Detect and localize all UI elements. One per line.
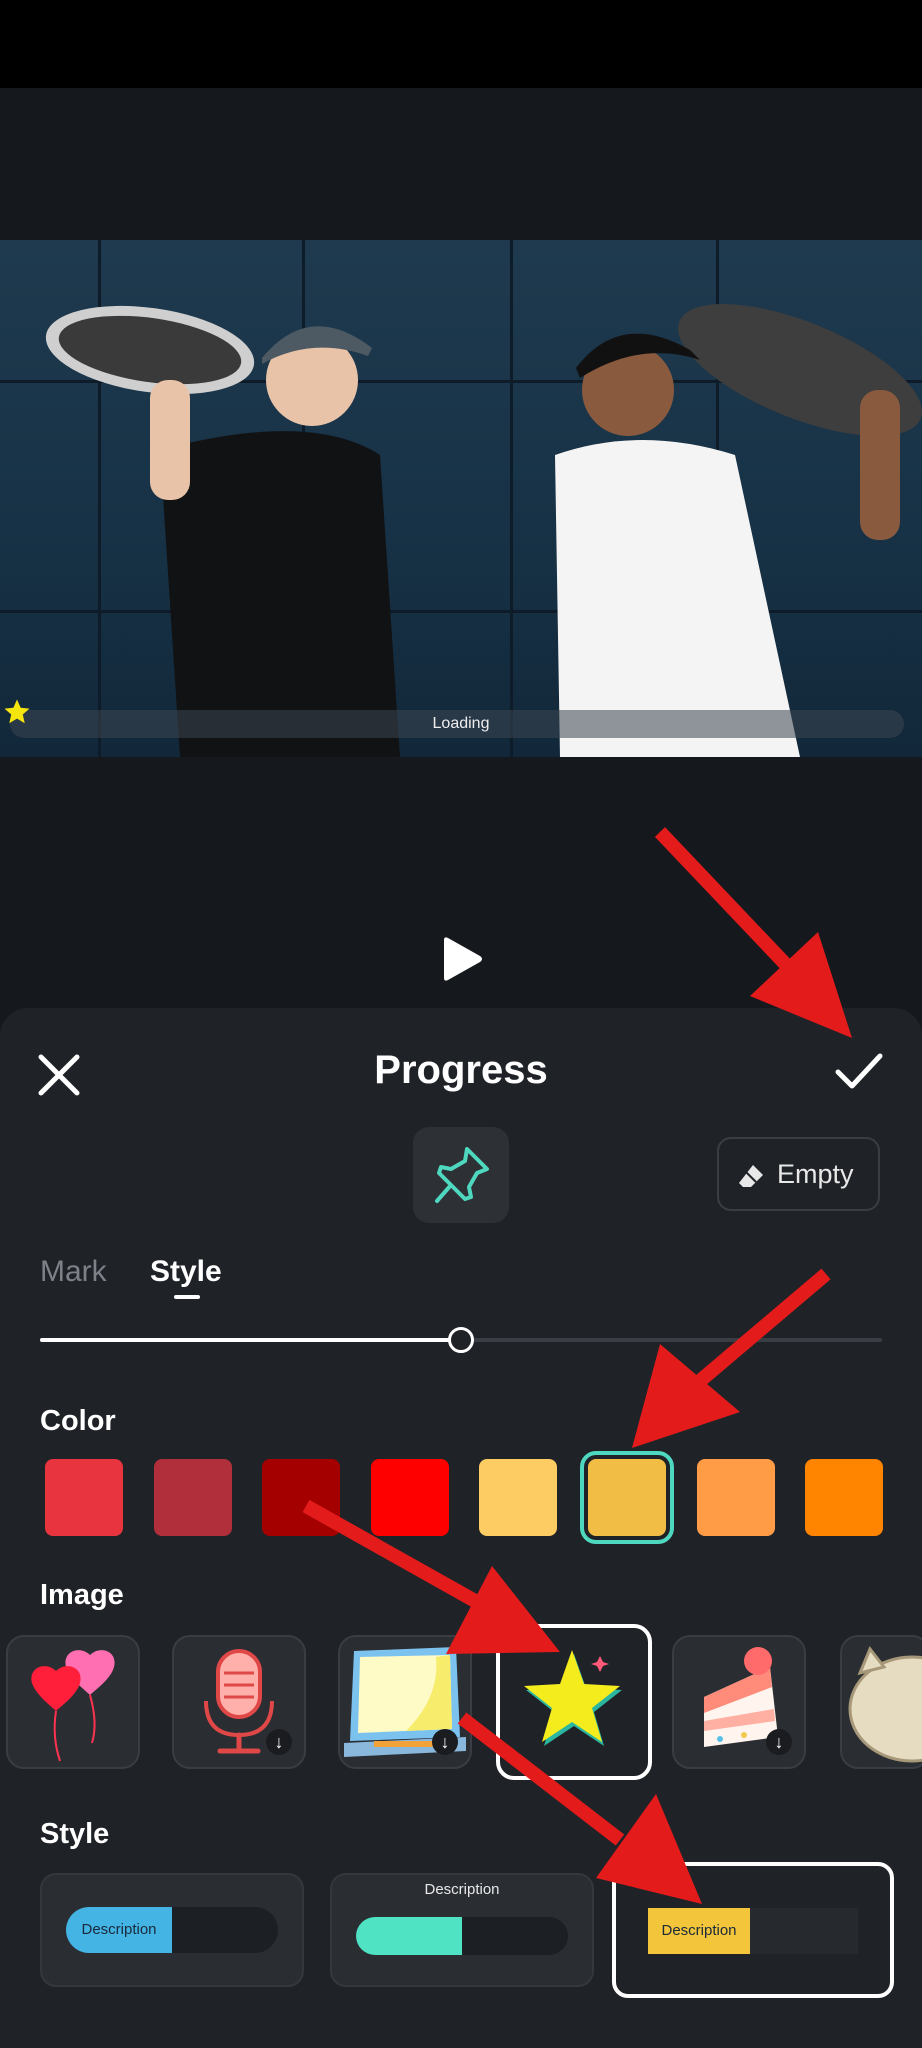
style-bar-fill: Description: [648, 1908, 750, 1954]
style-bar-label: Description: [424, 1881, 500, 1898]
color-section-label: Color: [40, 1405, 116, 1437]
color-swatch-5[interactable]: [479, 1459, 558, 1536]
status-bar: [0, 0, 922, 88]
color-swatch-6[interactable]: [580, 1451, 674, 1544]
image-card-laptop[interactable]: ↓: [338, 1635, 472, 1769]
style-card-2[interactable]: Description: [330, 1873, 594, 1987]
download-icon: ↓: [266, 1729, 292, 1755]
pin-button[interactable]: [413, 1127, 509, 1223]
heart-balloons-icon: [31, 1650, 115, 1762]
style-bar-fill: Description: [66, 1907, 172, 1953]
color-swatch-7[interactable]: [696, 1459, 775, 1536]
image-section-label: Image: [40, 1579, 124, 1611]
empty-button-label: Empty: [777, 1159, 854, 1189]
slider-fill: [40, 1338, 461, 1342]
tab-style[interactable]: Style: [150, 1255, 222, 1289]
star-icon: [524, 1650, 622, 1746]
cat-icon: [848, 1646, 922, 1763]
skaters-image: [45, 304, 922, 757]
confirm-check-icon[interactable]: [834, 1048, 884, 1094]
panel-title: Progress: [374, 1048, 548, 1092]
style-bar-fill: [356, 1917, 462, 1955]
image-card-star[interactable]: [496, 1624, 652, 1780]
style-card-1[interactable]: Description: [40, 1873, 304, 1987]
eraser-icon: [739, 1165, 763, 1187]
image-card-cat[interactable]: [840, 1635, 922, 1769]
video-preview[interactable]: [0, 240, 922, 757]
image-card-heart-balloons[interactable]: [6, 1635, 140, 1769]
style-card-3[interactable]: Description: [612, 1862, 894, 1998]
style-section-label: Style: [40, 1818, 110, 1850]
color-swatch-2[interactable]: [153, 1459, 232, 1536]
color-swatch-3[interactable]: [262, 1459, 341, 1536]
play-icon[interactable]: [440, 936, 484, 982]
download-icon: ↓: [432, 1729, 458, 1755]
slider-thumb[interactable]: [448, 1327, 474, 1353]
image-card-cake[interactable]: ↓: [672, 1635, 806, 1769]
overlay-loading-text: Loading: [432, 715, 490, 732]
color-swatch-8[interactable]: [805, 1459, 884, 1536]
download-icon: ↓: [766, 1729, 792, 1755]
color-swatch-1[interactable]: [45, 1459, 123, 1536]
active-tab-indicator: [174, 1295, 200, 1299]
image-card-microphone[interactable]: ↓: [172, 1635, 306, 1769]
tab-mark[interactable]: Mark: [40, 1255, 107, 1289]
color-swatch-4[interactable]: [370, 1459, 449, 1536]
empty-button[interactable]: Empty: [717, 1137, 880, 1211]
pin-icon: [435, 1147, 489, 1203]
